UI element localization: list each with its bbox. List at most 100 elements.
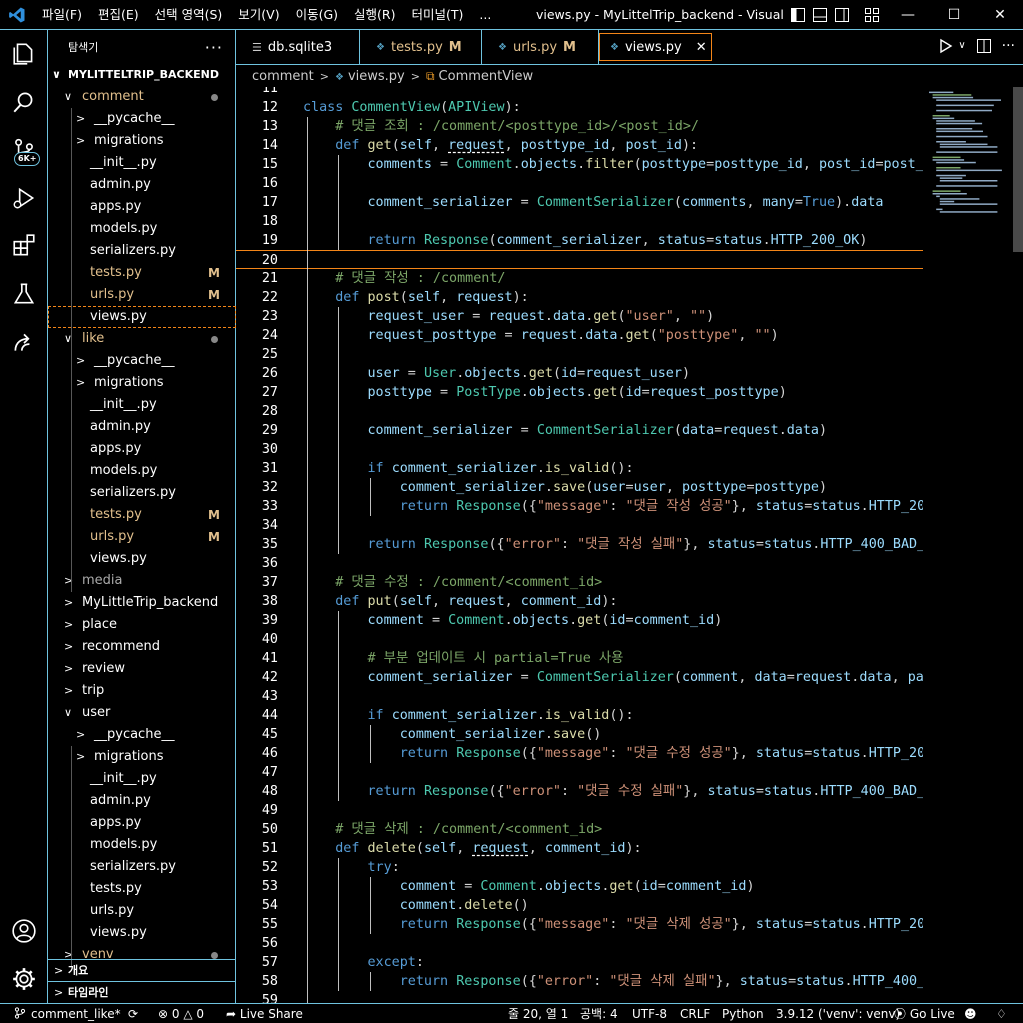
file-serializers-py[interactable]: serializers.py (48, 856, 236, 878)
remote-explorer-icon[interactable] (0, 318, 48, 366)
folder-migrations[interactable]: > migrations (48, 746, 236, 768)
problems-indicator[interactable]: ⊗ 0 △ 0 (158, 1004, 204, 1023)
code-line[interactable]: 51 def delete(self, request, comment_id)… (236, 839, 923, 858)
tab-views-py[interactable]: ❖ views.py ✕ (599, 33, 712, 61)
file-urls-py[interactable]: urls.py M (48, 284, 236, 306)
file-admin-py[interactable]: admin.py (48, 174, 236, 196)
file-urls-py[interactable]: urls.py (48, 900, 236, 922)
file-init-py[interactable]: __init__.py (48, 152, 236, 174)
split-editor-icon[interactable] (976, 38, 992, 54)
workspace-root[interactable]: ∨ MYLITTELTRIP_BACKEND (48, 64, 236, 86)
more-actions-icon[interactable]: ··· (1002, 38, 1015, 54)
chevron-down-icon[interactable]: ∨ (958, 38, 965, 54)
breadcrumb-item[interactable]: views.py (348, 69, 405, 84)
toggle-sidebar-icon[interactable] (790, 7, 806, 23)
file-admin-py[interactable]: admin.py (48, 416, 236, 438)
folder-pycache[interactable]: > __pycache__ (48, 350, 236, 372)
maximize-button[interactable]: ☐ (931, 0, 977, 30)
extensions-icon[interactable] (0, 222, 48, 270)
close-tab-icon[interactable]: ✕ (696, 40, 707, 55)
file-apps-py[interactable]: apps.py (48, 812, 236, 834)
language-mode[interactable]: Python (722, 1004, 764, 1023)
menu-item[interactable]: 편집(E) (90, 0, 147, 30)
explorer-icon[interactable] (0, 30, 48, 78)
menu-item[interactable]: 보기(V) (230, 0, 287, 30)
sync-icon[interactable]: ⟳ (128, 1004, 138, 1023)
menu-item[interactable]: 터미널(T) (404, 0, 472, 30)
file-init-py[interactable]: __init__.py (48, 394, 236, 416)
source-control-icon[interactable] (0, 126, 48, 174)
search-icon[interactable] (0, 78, 48, 126)
python-interpreter[interactable]: 3.9.12 ('venv': venv) (776, 1004, 900, 1023)
menu-item[interactable]: 이동(G) (288, 0, 346, 30)
folder-recommend[interactable]: > recommend (48, 636, 236, 658)
code-line[interactable]: 22 def post(self, request): (236, 288, 923, 307)
folder-review[interactable]: > review (48, 658, 236, 680)
menu-item[interactable]: 실행(R) (346, 0, 403, 30)
current-code-line[interactable]: 20 (236, 250, 923, 269)
code-line[interactable]: 59 (236, 991, 923, 1003)
file-views-py[interactable]: views.py (48, 922, 236, 944)
live-share-button[interactable]: ➦ Live Share (226, 1004, 303, 1023)
run-debug-icon[interactable] (0, 174, 48, 222)
folder-like[interactable]: ∨ like (48, 328, 236, 350)
go-live-button[interactable]: ⦿ Go Live (894, 1004, 955, 1023)
scrollbar-thumb[interactable] (1013, 87, 1023, 252)
minimize-button[interactable]: — (885, 0, 931, 30)
customize-layout-icon[interactable] (864, 7, 880, 23)
code-line[interactable]: 12 class CommentView(APIView): (236, 98, 923, 117)
code-line[interactable]: 36 (236, 554, 923, 573)
code-line[interactable]: 50 # 댓글 삭제 : /comment/<comment_id> (236, 820, 923, 839)
folder-migrations[interactable]: > migrations (48, 130, 236, 152)
file-views-py[interactable]: views.py (48, 306, 236, 328)
encoding[interactable]: UTF-8 (632, 1004, 667, 1023)
tab-tests-py[interactable]: ❖ tests.py M (360, 30, 482, 65)
code-line[interactable]: 14 def get(self, request, posttype_id, p… (236, 136, 923, 155)
folder-pycache[interactable]: > __pycache__ (48, 108, 236, 130)
branch-indicator[interactable]: comment_like* (14, 1004, 121, 1023)
file-views-py[interactable]: views.py (48, 548, 236, 570)
close-window-button[interactable]: ✕ (977, 0, 1023, 30)
folder-mylittletrip-backend[interactable]: > MyLittleTrip_backend (48, 592, 236, 614)
outline-section[interactable]: > 개요 (48, 959, 236, 981)
file-models-py[interactable]: models.py (48, 834, 236, 856)
feedback-icon[interactable]: ☻ (964, 1004, 977, 1023)
folder-place[interactable]: > place (48, 614, 236, 636)
file-models-py[interactable]: models.py (48, 460, 236, 482)
code-editor[interactable]: 11 12 class CommentView(APIView): 13 # 댓글 조… (236, 87, 923, 1003)
testing-icon[interactable] (0, 270, 48, 318)
toggle-secondary-sidebar-icon[interactable] (834, 7, 850, 23)
account-icon[interactable] (0, 907, 48, 955)
minimap[interactable] (923, 87, 1023, 1003)
folder-migrations[interactable]: > migrations (48, 372, 236, 394)
folder-media[interactable]: > media (48, 570, 236, 592)
menu-item[interactable]: 선택 영역(S) (147, 0, 231, 30)
folder-pycache[interactable]: > __pycache__ (48, 724, 236, 746)
file-serializers-py[interactable]: serializers.py (48, 482, 236, 504)
menu-item[interactable]: 파일(F) (34, 0, 90, 30)
settings-gear-icon[interactable] (0, 955, 48, 1003)
code-line[interactable]: 13 # 댓글 조회 : /comment/<posttype_id>/<pos… (236, 117, 923, 136)
code-line[interactable]: 49 (236, 801, 923, 820)
menu-item[interactable]: ... (471, 0, 499, 30)
run-python-file-icon[interactable] (938, 38, 954, 54)
file-tests-py[interactable]: tests.py M (48, 262, 236, 284)
code-line[interactable]: 38 def put(self, request, comment_id): (236, 592, 923, 611)
folder-trip[interactable]: > trip (48, 680, 236, 702)
file-tests-py[interactable]: tests.py M (48, 504, 236, 526)
timeline-section[interactable]: > 타임라인 (48, 981, 236, 1003)
folder-comment[interactable]: ∨ comment (48, 86, 236, 108)
tab-urls-py[interactable]: ❖ urls.py M (482, 30, 599, 65)
file-admin-py[interactable]: admin.py (48, 790, 236, 812)
code-line[interactable]: 21 # 댓글 작성 : /comment/ (236, 269, 923, 288)
file-init-py[interactable]: __init__.py (48, 768, 236, 790)
file-serializers-py[interactable]: serializers.py (48, 240, 236, 262)
toggle-panel-icon[interactable] (812, 7, 828, 23)
cursor-position[interactable]: 줄 20, 열 1 (508, 1004, 568, 1023)
code-line[interactable]: 11 (236, 87, 923, 98)
tab-db-sqlite3[interactable]: ☰ db.sqlite3 (236, 30, 360, 65)
breadcrumb-item[interactable]: CommentView (439, 69, 534, 84)
more-actions-icon[interactable]: ··· (205, 38, 223, 57)
file-tests-py[interactable]: tests.py (48, 878, 236, 900)
indentation[interactable]: 공백: 4 (580, 1004, 618, 1023)
